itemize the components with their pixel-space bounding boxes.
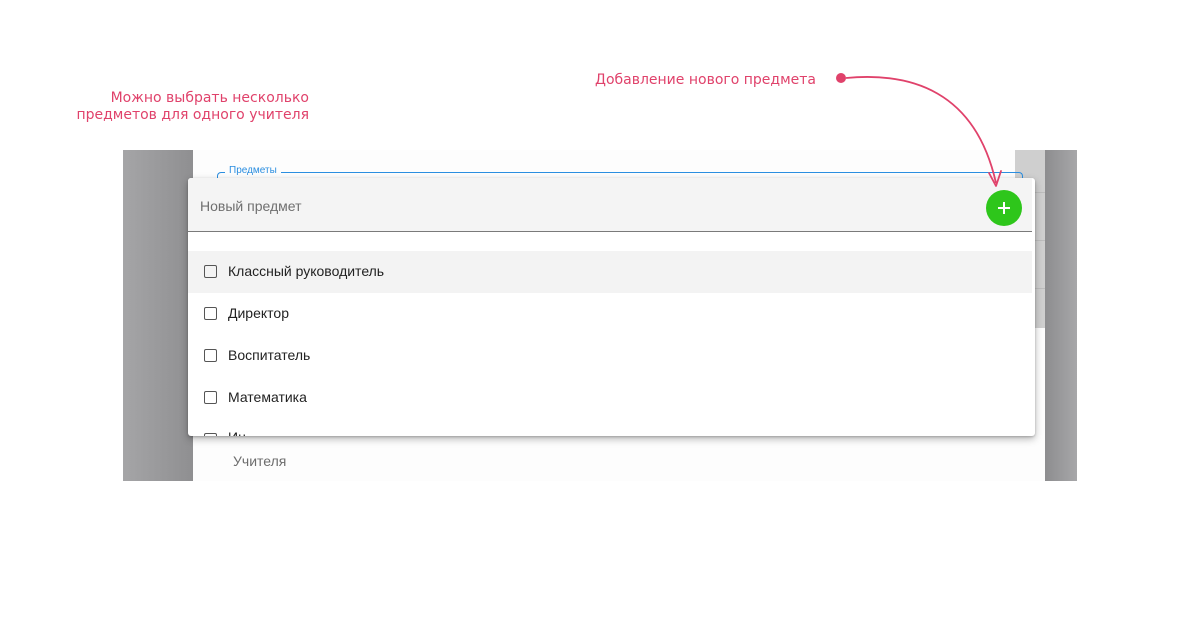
list-item-label: Классный руководитель	[228, 263, 385, 279]
subjects-field-label: Предметы	[225, 165, 281, 177]
list-item[interactable]: Ин	[188, 419, 1032, 436]
checkbox[interactable]	[204, 307, 217, 320]
subject-list: Классный руководитель Директор Воспитате…	[188, 251, 1032, 436]
plus-icon	[998, 202, 1010, 214]
list-item-label: Ин	[228, 429, 246, 436]
add-subject-button[interactable]	[986, 190, 1022, 226]
list-item[interactable]: Директор	[188, 293, 1032, 335]
dim-right-panel	[1045, 150, 1077, 481]
new-subject-field	[188, 178, 1032, 232]
arrow-dot	[836, 73, 846, 83]
subjects-dropdown: Классный руководитель Директор Воспитате…	[188, 178, 1035, 436]
new-subject-input[interactable]	[198, 194, 962, 218]
list-item-label: Математика	[228, 389, 307, 405]
checkbox[interactable]	[204, 391, 217, 404]
annotation-add-subject: Добавление нового предмета	[595, 72, 816, 88]
annotation-line: Можно выбрать несколько	[110, 90, 309, 106]
list-item[interactable]: Математика	[188, 377, 1032, 419]
list-item[interactable]: Классный руководитель	[188, 251, 1032, 293]
dim-left-panel	[123, 150, 193, 481]
annotation-multi-select: Можно выбрать несколько предметов для од…	[60, 90, 309, 124]
checkbox[interactable]	[204, 349, 217, 362]
teachers-label: Учителя	[233, 453, 287, 469]
annotation-line: предметов для одного учителя	[76, 107, 309, 123]
list-item[interactable]: Воспитатель	[188, 335, 1032, 377]
list-item-label: Директор	[228, 305, 289, 321]
list-item-label: Воспитатель	[228, 347, 311, 363]
checkbox[interactable]	[204, 265, 217, 278]
checkbox[interactable]	[204, 433, 217, 436]
